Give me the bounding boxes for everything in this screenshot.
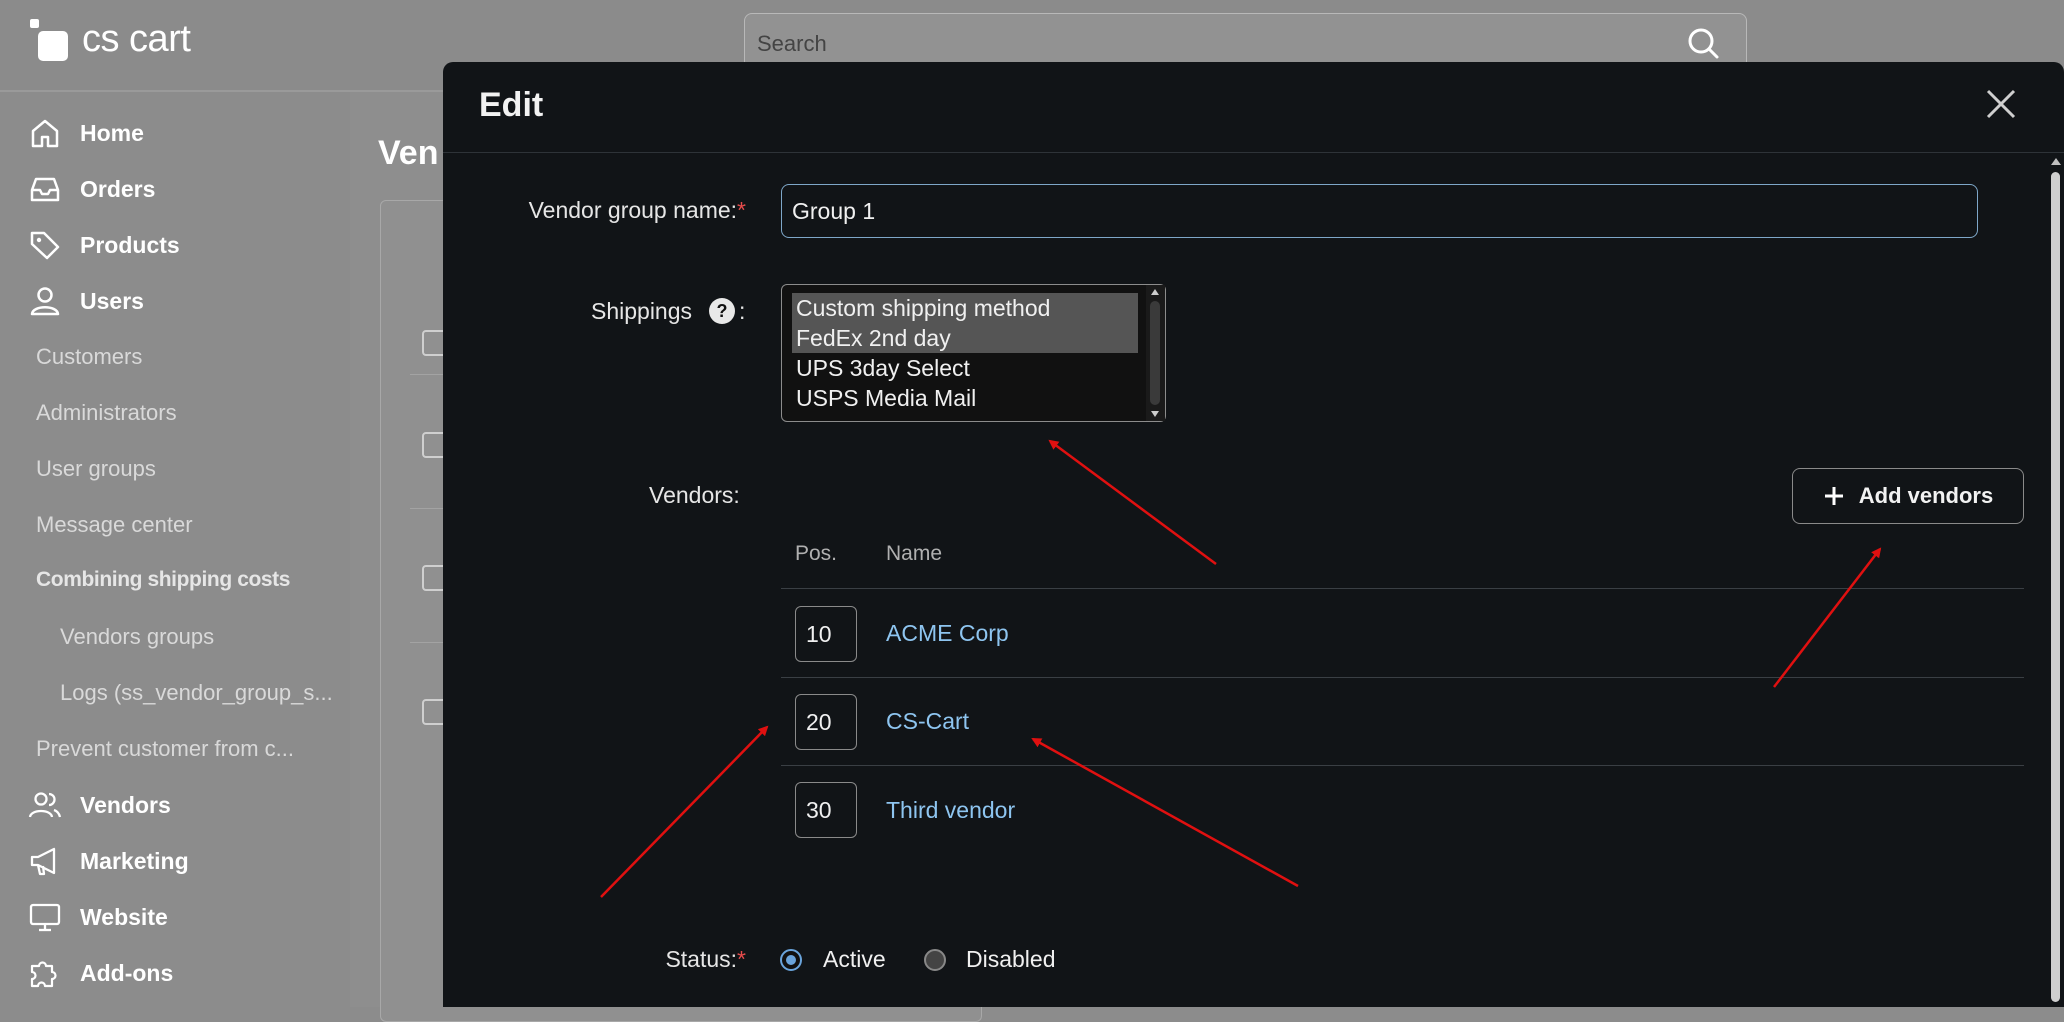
scroll-down-icon[interactable]	[1151, 411, 1159, 417]
home-icon	[31, 119, 59, 148]
sidebar-item-combining-shipping-costs[interactable]: Combining shipping costs	[36, 568, 290, 592]
sidebar-item-vendors-groups[interactable]: Vendors groups	[60, 624, 214, 650]
sidebar-item-label: Vendors	[80, 791, 171, 818]
sidebar-item-label: Products	[80, 231, 180, 258]
megaphone-icon	[30, 847, 56, 876]
sidebar-item-administrators[interactable]: Administrators	[36, 400, 177, 426]
plus-icon	[1824, 487, 1843, 505]
vendors-label: Vendors:	[649, 482, 740, 508]
status-disabled-radio[interactable]	[924, 949, 946, 971]
position-input[interactable]	[795, 694, 857, 750]
modal-scrollbar[interactable]	[2049, 154, 2062, 1007]
sidebar-item-label: Add-ons	[80, 959, 174, 986]
vendor-group-name-label: Vendor group name:*	[443, 197, 746, 224]
listbox-scrollbar[interactable]	[1146, 285, 1165, 421]
sidebar-item-label: Website	[80, 903, 168, 930]
sidebar-item-customers[interactable]: Customers	[36, 344, 142, 370]
cs-cart-logo[interactable]: cs cart	[30, 18, 191, 61]
shippings-colon: :	[739, 298, 746, 324]
logo-icon	[30, 18, 72, 61]
sidebar: Home Orders Products Users Customers Adm…	[0, 92, 350, 1007]
sidebar-item-add-ons[interactable]: Add-ons	[28, 956, 173, 990]
sidebar-item-user-groups[interactable]: User groups	[36, 456, 156, 482]
tag-icon	[30, 231, 60, 260]
sidebar-item-label: Orders	[80, 175, 156, 202]
vendor-link[interactable]: Third vendor	[886, 797, 1015, 824]
monitor-icon	[29, 903, 61, 932]
puzzle-icon	[30, 961, 57, 988]
required-mark: *	[737, 946, 746, 972]
position-input[interactable]	[795, 606, 857, 662]
table-header-divider	[781, 588, 2024, 589]
sidebar-item-website[interactable]: Website	[28, 900, 168, 934]
column-header-name: Name	[886, 542, 943, 565]
sidebar-item-label: Users	[80, 287, 144, 314]
shipping-option[interactable]: USPS Media Mail	[792, 383, 1138, 413]
required-mark: *	[737, 197, 746, 223]
page-title: Ven	[378, 134, 439, 172]
sidebar-item-products[interactable]: Products	[28, 228, 180, 262]
sidebar-item-vendors[interactable]: Vendors	[28, 788, 171, 822]
column-header-pos: Pos.	[795, 542, 838, 565]
vendor-group-name-label-text: Vendor group name:	[528, 197, 738, 223]
vendor-link[interactable]: ACME Corp	[886, 620, 1009, 647]
shipping-option[interactable]: Custom shipping method	[792, 293, 1138, 323]
modal-header-divider	[443, 152, 2064, 153]
modal-title: Edit	[479, 86, 544, 124]
shipping-option[interactable]: FedEx 2nd day	[792, 323, 1138, 353]
vendor-group-name-input[interactable]	[781, 184, 1978, 238]
sidebar-item-logs[interactable]: Logs (ss_vendor_group_s...	[60, 680, 333, 706]
table-row-divider	[781, 765, 2024, 766]
logo-text: cs cart	[82, 18, 191, 60]
shippings-label: Shippings	[591, 298, 693, 324]
sidebar-item-message-center[interactable]: Message center	[36, 512, 193, 538]
status-label: Status:*	[443, 946, 746, 973]
sidebar-item-orders[interactable]: Orders	[28, 172, 155, 206]
scroll-up-icon[interactable]	[2051, 158, 2061, 165]
close-icon[interactable]	[1983, 86, 2019, 122]
edit-modal: Edit Vendor group name:* Shippings ? : C…	[443, 62, 2064, 1007]
sidebar-item-home[interactable]: Home	[28, 116, 144, 150]
search-icon[interactable]	[1686, 26, 1720, 60]
sidebar-item-label: Marketing	[80, 847, 189, 874]
scroll-thumb[interactable]	[1150, 301, 1160, 405]
position-input[interactable]	[795, 782, 857, 838]
shipping-option[interactable]: UPS 3day Select	[792, 353, 1138, 383]
search-input[interactable]: Search	[757, 31, 827, 57]
status-label-text: Status:	[665, 946, 738, 972]
status-active-label[interactable]: Active	[823, 946, 886, 973]
sidebar-item-prevent-customer[interactable]: Prevent customer from c...	[36, 736, 294, 762]
sidebar-item-users[interactable]: Users	[28, 284, 144, 318]
scroll-up-icon[interactable]	[1151, 289, 1159, 295]
users-icon	[28, 792, 62, 818]
shippings-multiselect[interactable]: Custom shipping method FedEx 2nd day UPS…	[781, 284, 1166, 422]
inbox-icon	[30, 177, 60, 202]
status-active-radio[interactable]	[780, 949, 802, 971]
sidebar-item-marketing[interactable]: Marketing	[28, 844, 189, 878]
add-vendors-button[interactable]: Add vendors	[1792, 468, 2024, 524]
scroll-thumb[interactable]	[2051, 172, 2060, 1002]
user-icon	[30, 287, 60, 316]
sidebar-item-label: Home	[80, 119, 144, 146]
table-row-divider	[781, 677, 2024, 678]
status-disabled-label[interactable]: Disabled	[966, 946, 1056, 973]
help-icon[interactable]: ?	[709, 298, 735, 324]
vendor-link[interactable]: CS-Cart	[886, 708, 969, 735]
add-vendors-label: Add vendors	[1858, 483, 1994, 508]
